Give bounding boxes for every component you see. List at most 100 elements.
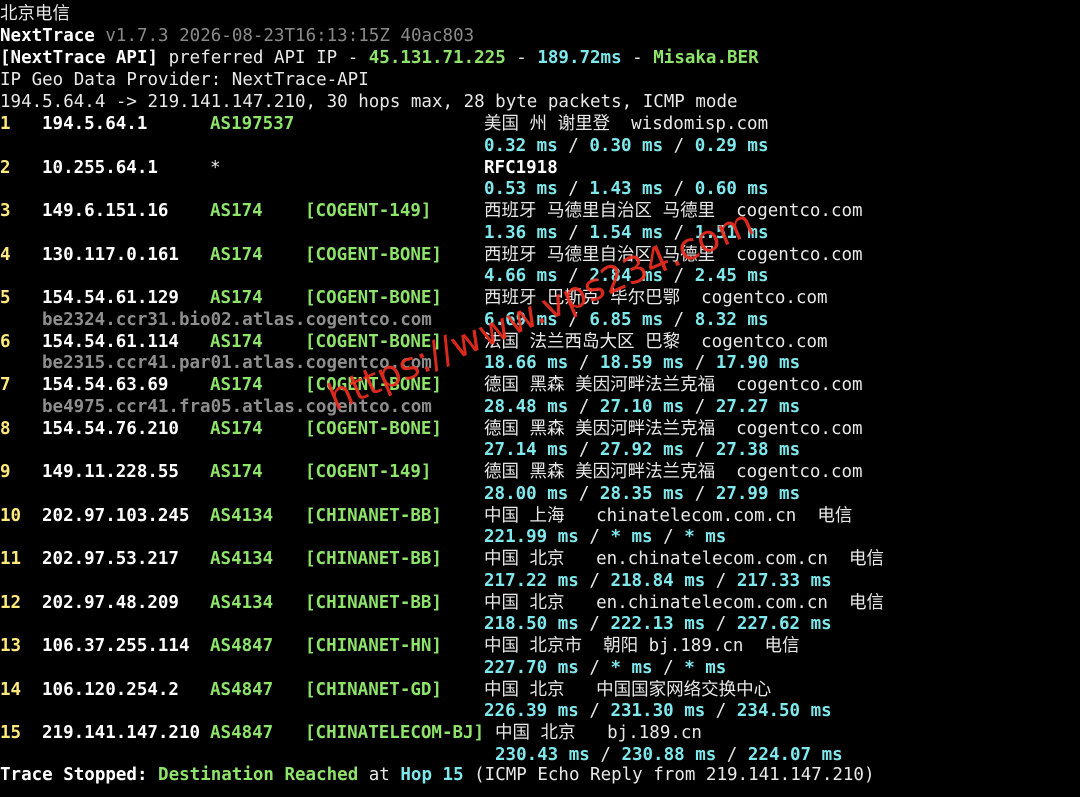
hop-network-tag: [CHINANET-BB] xyxy=(305,592,442,613)
hop-latency: 28.00 ms / 28.35 ms / 27.99 ms xyxy=(484,484,800,506)
latency-value: 231.30 ms xyxy=(610,701,706,722)
hop-number: 10 xyxy=(0,505,22,526)
latency-separator: / xyxy=(663,179,695,200)
latency-separator: / xyxy=(557,179,590,200)
hop-geo-info: 德国 黑森 美因河畔法兰克福 cogentco.com xyxy=(484,418,863,439)
latency-separator: / xyxy=(578,657,611,678)
hop-asn: AS4847 xyxy=(210,679,274,700)
latency-value: * ms xyxy=(610,527,653,548)
hop-network-tag: [CHINATELECOM-BJ] xyxy=(305,723,485,743)
hop-latency: 218.50 ms / 222.13 ms / 227.62 ms xyxy=(484,614,832,636)
hop-number: 3 xyxy=(0,201,11,221)
hop-geo-info: 中国 北京 bj.189.cn xyxy=(495,723,702,743)
latency-separator: / xyxy=(716,744,748,765)
hop-ip: 194.5.64.1 xyxy=(42,114,148,134)
latency-value: 0.53 ms xyxy=(484,179,558,200)
latency-value: 27.14 ms xyxy=(484,440,569,461)
hop-ip: 154.54.61.129 xyxy=(42,288,179,308)
hop-geo-info: 德国 黑森 美因河畔法兰克福 cogentco.com xyxy=(484,375,863,395)
latency-value: 0.60 ms xyxy=(694,179,769,200)
latency-value: 28.35 ms xyxy=(599,483,685,504)
hop-number: 9 xyxy=(0,462,11,482)
hop-latency: 227.70 ms / * ms / * ms xyxy=(484,658,726,680)
hop-latency: 28.48 ms / 27.10 ms / 27.27 ms xyxy=(484,397,800,419)
hop-asn: AS4847 xyxy=(210,636,274,656)
hop-ip: 154.54.61.114 xyxy=(42,331,179,352)
hop-asn: AS174 xyxy=(210,462,263,482)
latency-value: 217.22 ms xyxy=(484,570,579,591)
hop-asn: AS174 xyxy=(210,375,263,395)
latency-value: 27.27 ms xyxy=(715,396,801,417)
hop-number: 5 xyxy=(0,288,11,308)
hop-asn: AS4134 xyxy=(210,592,274,613)
latency-value: 217.33 ms xyxy=(736,570,832,591)
latency-value: 6.85 ms xyxy=(589,309,664,330)
api-line: [NextTrace API] preferred API IP - 45.13… xyxy=(0,48,759,68)
hop-geo-info: 中国 北京 en.chinatelecom.com.cn 电信 xyxy=(484,549,885,569)
hop-latency: 0.53 ms / 1.43 ms / 0.60 ms xyxy=(484,179,769,201)
hop-network-tag: [COGENT-BONE] xyxy=(305,244,442,265)
latency-value: 27.10 ms xyxy=(599,396,685,417)
latency-value: 0.30 ms xyxy=(589,135,664,156)
hop-ip: 154.54.76.210 xyxy=(42,418,179,439)
latency-value: 0.29 ms xyxy=(694,135,769,156)
latency-separator: / xyxy=(568,353,600,374)
latency-separator: / xyxy=(578,614,611,635)
hop-geo-info: 中国 北京市 朝阳 bj.189.cn 电信 xyxy=(484,636,800,656)
latency-value: 226.39 ms xyxy=(484,701,579,722)
latency-value: 224.07 ms xyxy=(747,744,843,765)
latency-separator: / xyxy=(568,440,600,461)
window-title: 北京电信 xyxy=(0,4,70,24)
latency-value: 17.90 ms xyxy=(715,353,801,374)
latency-separator: / xyxy=(705,701,737,722)
latency-value: 2.45 ms xyxy=(694,266,769,287)
hop-number: 6 xyxy=(0,331,11,352)
hop-asn: AS4134 xyxy=(210,549,274,569)
latency-value: 230.43 ms xyxy=(495,744,590,765)
hop-ip: 106.37.255.114 xyxy=(42,636,190,656)
latency-separator: / xyxy=(705,570,737,591)
hop-ip: 202.97.103.245 xyxy=(42,505,190,526)
latency-separator: / xyxy=(557,222,590,243)
latency-separator: / xyxy=(684,353,716,374)
hop-ip: 154.54.63.69 xyxy=(42,375,169,395)
hop-latency: 0.32 ms / 0.30 ms / 0.29 ms xyxy=(484,136,769,158)
geo-provider-line: IP Geo Data Provider: NextTrace-API xyxy=(0,70,369,90)
hop-geo-info: 中国 北京 en.chinatelecom.com.cn 电信 xyxy=(484,592,885,613)
latency-value: 1.43 ms xyxy=(589,179,664,200)
hop-geo-info: RFC1918 xyxy=(484,157,558,178)
hop-number: 15 xyxy=(0,723,22,743)
hop-number: 8 xyxy=(0,418,11,439)
latency-value: 28.00 ms xyxy=(484,483,569,504)
hop-number: 2 xyxy=(0,157,11,178)
hop-latency: 230.43 ms / 230.88 ms / 224.07 ms xyxy=(495,745,843,767)
latency-value: 0.32 ms xyxy=(484,135,558,156)
hop-network-tag: [COGENT-BONE] xyxy=(305,418,442,439)
hop-number: 11 xyxy=(0,549,22,569)
trace-status-line: Trace Stopped: Destination Reached at Ho… xyxy=(0,765,875,785)
hop-number: 4 xyxy=(0,244,11,265)
latency-separator: / xyxy=(652,527,685,548)
hop-number: 13 xyxy=(0,636,22,656)
hop-asn: AS174 xyxy=(210,288,263,308)
hop-geo-info: 西班牙 马德里自治区 马德里 cogentco.com xyxy=(484,201,863,221)
latency-value: 18.59 ms xyxy=(599,353,685,374)
latency-value: 27.99 ms xyxy=(715,483,801,504)
hop-asn: AS174 xyxy=(210,244,263,265)
latency-value: 27.92 ms xyxy=(599,440,685,461)
hop-number: 14 xyxy=(0,679,22,700)
latency-separator: / xyxy=(652,657,685,678)
hop-network-tag: [COGENT-149] xyxy=(305,201,432,221)
latency-separator: / xyxy=(684,483,716,504)
hop-latency: 221.99 ms / * ms / * ms xyxy=(484,527,726,549)
latency-value: 28.48 ms xyxy=(484,396,569,417)
hop-asn: AS174 xyxy=(210,418,263,439)
latency-separator: / xyxy=(557,135,590,156)
hop-asn: AS197537 xyxy=(210,114,295,134)
hop-asn: * xyxy=(210,157,221,178)
hop-number: 1 xyxy=(0,114,11,134)
latency-separator: / xyxy=(663,135,695,156)
latency-separator: / xyxy=(663,309,695,330)
latency-value: * ms xyxy=(610,657,653,678)
hop-geo-info: 美国 州 谢里登 wisdomisp.com xyxy=(484,114,769,134)
